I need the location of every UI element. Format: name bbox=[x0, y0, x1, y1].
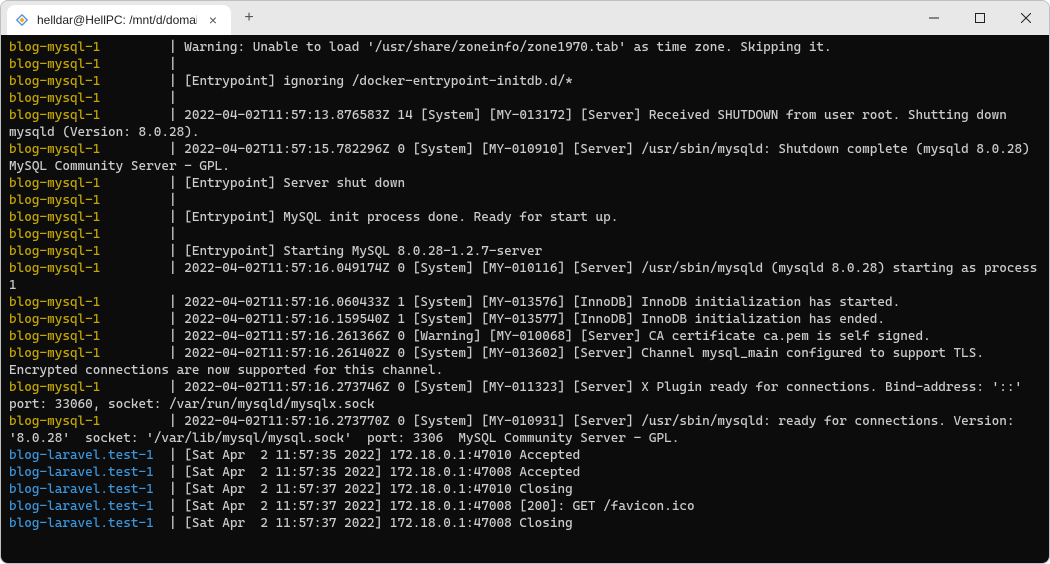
log-line: blog-mysql-1 | [Entrypoint] ignoring /do… bbox=[9, 73, 1041, 90]
log-message: [Entrypoint] Starting MySQL 8.0.28-1.2.7… bbox=[184, 244, 542, 259]
log-prefix: blog-laravel.test-1 bbox=[9, 465, 154, 480]
log-separator: | bbox=[154, 108, 184, 123]
new-tab-button[interactable]: + bbox=[235, 4, 263, 32]
log-message: 2022-04-02T11:57:16.060433Z 1 [System] [… bbox=[184, 295, 900, 310]
log-message: [Entrypoint] Server shut down bbox=[184, 176, 405, 191]
terminal-output[interactable]: blog-mysql-1 | Warning: Unable to load '… bbox=[1, 35, 1049, 563]
log-line: blog-mysql-1 | [Entrypoint] Server shut … bbox=[9, 175, 1041, 192]
log-prefix: blog-laravel.test-1 bbox=[9, 482, 154, 497]
log-line: blog-mysql-1 | 2022-04-02T11:57:16.15954… bbox=[9, 311, 1041, 328]
log-message: 2022-04-02T11:57:16.159540Z 1 [System] [… bbox=[184, 312, 885, 327]
log-prefix: blog-mysql-1 bbox=[9, 210, 154, 225]
log-line: blog-laravel.test-1 | [Sat Apr 2 11:57:3… bbox=[9, 515, 1041, 532]
log-prefix: blog-laravel.test-1 bbox=[9, 499, 154, 514]
log-separator: | bbox=[154, 74, 184, 89]
log-separator: | bbox=[154, 380, 184, 395]
log-message: [Sat Apr 2 11:57:37 2022] 172.18.0.1:470… bbox=[184, 499, 694, 514]
log-line: blog-mysql-1 | 2022-04-02T11:57:15.78229… bbox=[9, 141, 1041, 175]
log-prefix: blog-mysql-1 bbox=[9, 193, 154, 208]
log-line: blog-mysql-1 | 2022-04-02T11:57:13.87658… bbox=[9, 107, 1041, 141]
title-bar[interactable]: helldar@HellPC: /mnt/d/domain × + bbox=[1, 1, 1049, 35]
tab-title: helldar@HellPC: /mnt/d/domain bbox=[37, 13, 197, 27]
log-line: blog-mysql-1 | [Entrypoint] Starting MyS… bbox=[9, 243, 1041, 260]
log-prefix: blog-mysql-1 bbox=[9, 142, 154, 157]
log-line: blog-mysql-1 | 2022-04-02T11:57:16.27374… bbox=[9, 379, 1041, 413]
log-separator: | bbox=[154, 516, 184, 531]
log-line: blog-mysql-1 | [Entrypoint] MySQL init p… bbox=[9, 209, 1041, 226]
log-separator: | bbox=[154, 465, 184, 480]
log-separator: | bbox=[154, 91, 184, 106]
log-prefix: blog-mysql-1 bbox=[9, 91, 154, 106]
log-prefix: blog-laravel.test-1 bbox=[9, 448, 154, 463]
log-line: blog-mysql-1 | bbox=[9, 226, 1041, 243]
log-prefix: blog-mysql-1 bbox=[9, 40, 154, 55]
log-message: Warning: Unable to load '/usr/share/zone… bbox=[184, 40, 831, 55]
log-prefix: blog-mysql-1 bbox=[9, 346, 154, 361]
log-prefix: blog-mysql-1 bbox=[9, 295, 154, 310]
log-separator: | bbox=[154, 40, 184, 55]
log-separator: | bbox=[154, 499, 184, 514]
log-line: blog-laravel.test-1 | [Sat Apr 2 11:57:3… bbox=[9, 498, 1041, 515]
log-prefix: blog-mysql-1 bbox=[9, 74, 154, 89]
terminal-window: helldar@HellPC: /mnt/d/domain × + blog-m… bbox=[0, 0, 1050, 564]
log-prefix: blog-mysql-1 bbox=[9, 57, 154, 72]
terminal-tab-icon bbox=[15, 13, 29, 27]
log-line: blog-mysql-1 | Warning: Unable to load '… bbox=[9, 39, 1041, 56]
log-line: blog-laravel.test-1 | [Sat Apr 2 11:57:3… bbox=[9, 464, 1041, 481]
log-separator: | bbox=[154, 57, 184, 72]
log-prefix: blog-mysql-1 bbox=[9, 414, 154, 429]
log-prefix: blog-mysql-1 bbox=[9, 261, 154, 276]
log-message: [Sat Apr 2 11:57:35 2022] 172.18.0.1:470… bbox=[184, 465, 580, 480]
close-window-button[interactable] bbox=[1003, 1, 1049, 35]
log-separator: | bbox=[154, 482, 184, 497]
log-message: [Entrypoint] MySQL init process done. Re… bbox=[184, 210, 618, 225]
log-separator: | bbox=[154, 329, 184, 344]
log-separator: | bbox=[154, 312, 184, 327]
log-line: blog-laravel.test-1 | [Sat Apr 2 11:57:3… bbox=[9, 447, 1041, 464]
log-line: blog-mysql-1 | bbox=[9, 192, 1041, 209]
log-separator: | bbox=[154, 227, 184, 242]
log-separator: | bbox=[154, 346, 184, 361]
log-line: blog-mysql-1 | 2022-04-02T11:57:16.26136… bbox=[9, 328, 1041, 345]
log-prefix: blog-mysql-1 bbox=[9, 108, 154, 123]
log-separator: | bbox=[154, 448, 184, 463]
log-prefix: blog-mysql-1 bbox=[9, 329, 154, 344]
log-separator: | bbox=[154, 414, 184, 429]
log-message: [Entrypoint] ignoring /docker-entrypoint… bbox=[184, 74, 572, 89]
log-line: blog-mysql-1 | 2022-04-02T11:57:16.27377… bbox=[9, 413, 1041, 447]
log-prefix: blog-mysql-1 bbox=[9, 244, 154, 259]
log-message: [Sat Apr 2 11:57:37 2022] 172.18.0.1:470… bbox=[184, 516, 572, 531]
log-message: [Sat Apr 2 11:57:37 2022] 172.18.0.1:470… bbox=[184, 482, 572, 497]
log-prefix: blog-mysql-1 bbox=[9, 176, 154, 191]
log-separator: | bbox=[154, 193, 184, 208]
close-tab-button[interactable]: × bbox=[205, 12, 221, 28]
log-line: blog-mysql-1 | bbox=[9, 56, 1041, 73]
maximize-button[interactable] bbox=[957, 1, 1003, 35]
log-line: blog-mysql-1 | bbox=[9, 90, 1041, 107]
terminal-tab[interactable]: helldar@HellPC: /mnt/d/domain × bbox=[7, 5, 231, 35]
log-separator: | bbox=[154, 244, 184, 259]
log-separator: | bbox=[154, 142, 184, 157]
log-line: blog-mysql-1 | 2022-04-02T11:57:16.26140… bbox=[9, 345, 1041, 379]
log-prefix: blog-mysql-1 bbox=[9, 227, 154, 242]
log-message: [Sat Apr 2 11:57:35 2022] 172.18.0.1:470… bbox=[184, 448, 580, 463]
log-prefix: blog-mysql-1 bbox=[9, 312, 154, 327]
log-line: blog-laravel.test-1 | [Sat Apr 2 11:57:3… bbox=[9, 481, 1041, 498]
log-line: blog-mysql-1 | 2022-04-02T11:57:16.06043… bbox=[9, 294, 1041, 311]
log-prefix: blog-mysql-1 bbox=[9, 380, 154, 395]
log-line: blog-mysql-1 | 2022-04-02T11:57:16.04917… bbox=[9, 260, 1041, 294]
window-controls bbox=[911, 1, 1049, 35]
log-separator: | bbox=[154, 210, 184, 225]
log-separator: | bbox=[154, 261, 184, 276]
minimize-button[interactable] bbox=[911, 1, 957, 35]
log-prefix: blog-laravel.test-1 bbox=[9, 516, 154, 531]
log-separator: | bbox=[154, 295, 184, 310]
log-separator: | bbox=[154, 176, 184, 191]
log-message: 2022-04-02T11:57:16.261366Z 0 [Warning] … bbox=[184, 329, 930, 344]
